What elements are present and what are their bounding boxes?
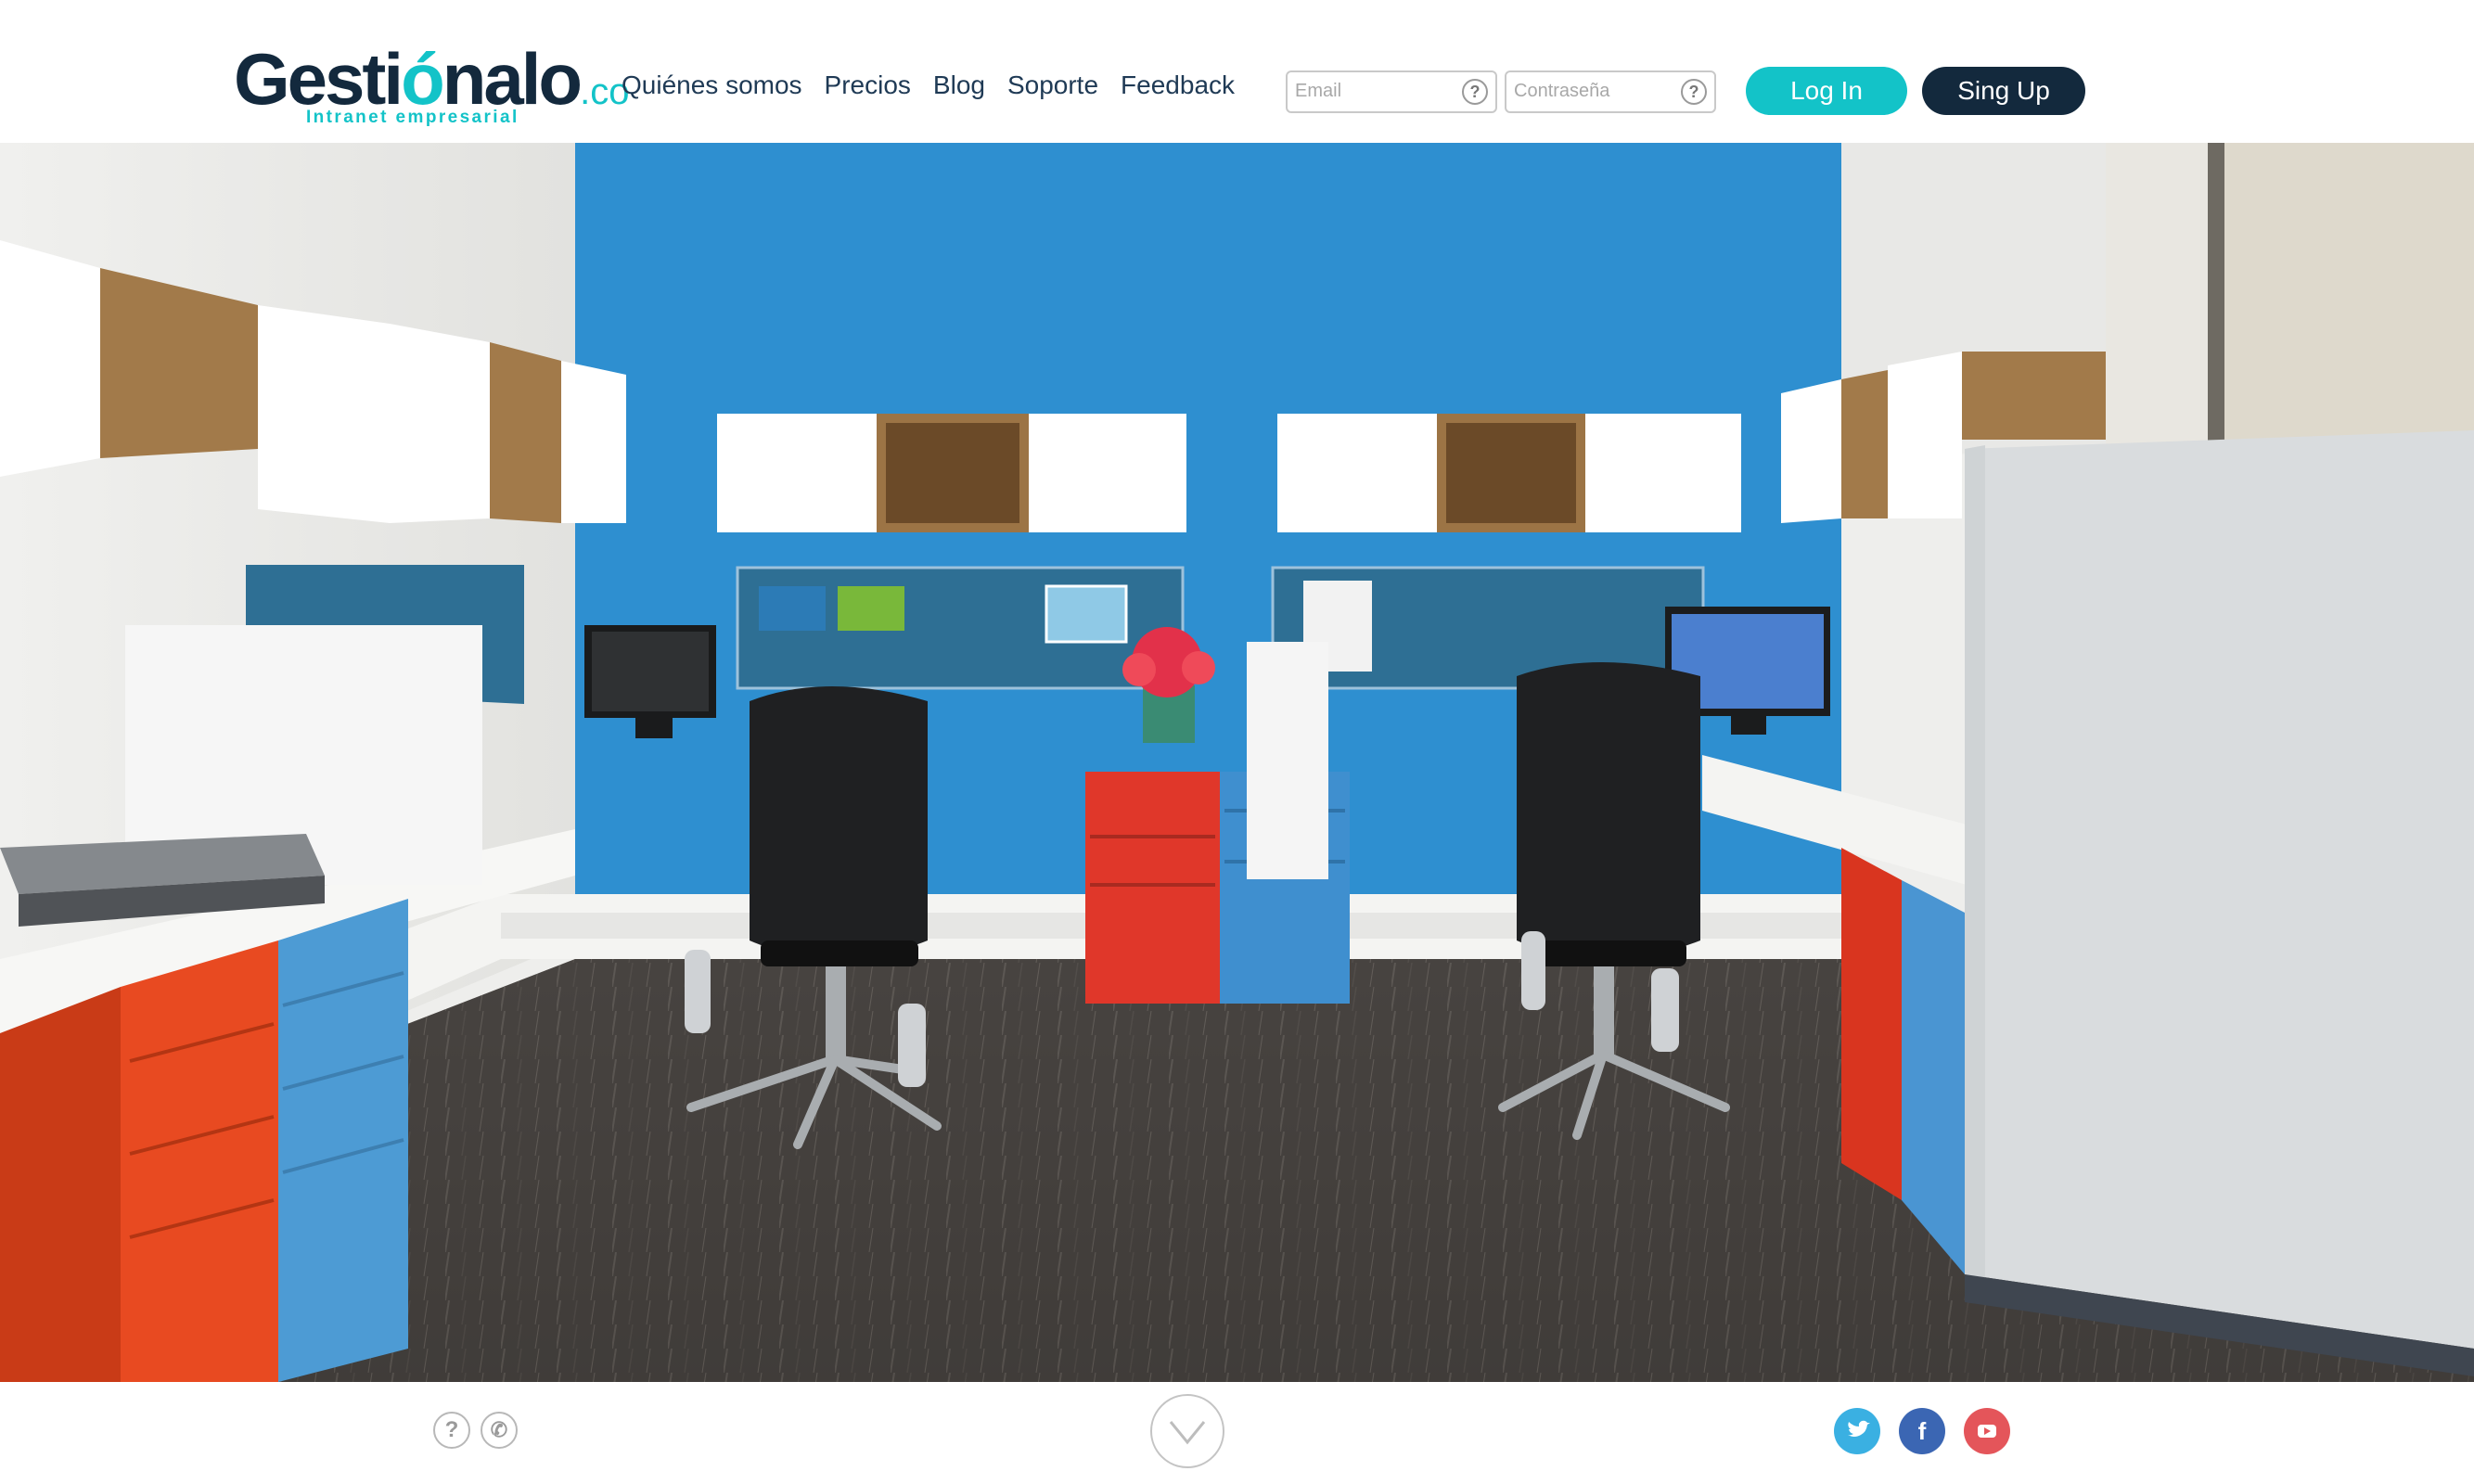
login-button[interactable]: Log In: [1746, 67, 1907, 115]
email-help-icon[interactable]: ?: [1462, 79, 1488, 105]
phone-icon[interactable]: ✆: [481, 1412, 518, 1449]
twitter-icon[interactable]: [1834, 1408, 1880, 1454]
nav-item-precios[interactable]: Precios: [825, 70, 911, 100]
brand-logo[interactable]: Gestiónalo.co Intranet empresarial: [234, 43, 629, 134]
signup-button[interactable]: Sing Up: [1922, 67, 2085, 115]
nav-item-soporte[interactable]: Soporte: [1007, 70, 1098, 100]
nav-item-blog[interactable]: Blog: [933, 70, 985, 100]
chevron-down-icon: [1169, 1421, 1206, 1445]
nav-item-quienes-somos[interactable]: Quiénes somos: [622, 70, 802, 100]
password-field[interactable]: [1514, 78, 1672, 104]
office-photo: [0, 143, 2474, 1382]
site-header: Gestiónalo.co Intranet empresarial Quién…: [0, 0, 2474, 143]
twitter-bird-glyph: [1848, 1420, 1870, 1437]
email-field-wrapper: ?: [1286, 70, 1497, 113]
email-field[interactable]: [1295, 78, 1453, 104]
help-icon[interactable]: ?: [433, 1412, 470, 1449]
nav-item-feedback[interactable]: Feedback: [1121, 70, 1235, 100]
password-help-icon[interactable]: ?: [1681, 79, 1707, 105]
youtube-icon[interactable]: [1964, 1408, 2010, 1454]
password-field-wrapper: ?: [1505, 70, 1716, 113]
main-nav: Quiénes somos Precios Blog Soporte Feedb…: [622, 70, 1235, 100]
site-footer: ? ✆ f: [0, 1382, 2474, 1484]
scroll-down-button[interactable]: [1150, 1394, 1224, 1468]
brand-tagline: Intranet empresarial: [306, 108, 519, 127]
hero-image: [0, 143, 2474, 1382]
youtube-play-glyph: [1978, 1425, 1996, 1438]
facebook-icon[interactable]: f: [1899, 1408, 1945, 1454]
